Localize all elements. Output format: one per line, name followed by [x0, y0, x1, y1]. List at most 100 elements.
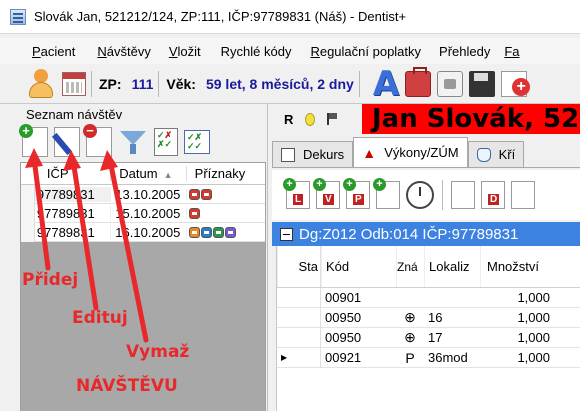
sort-asc-icon: ▲ — [163, 170, 173, 180]
flag-icon — [212, 226, 224, 238]
procedure-row[interactable]: ▶ 00921 P 36mod 1,000 — [277, 348, 580, 368]
edit-visit-button[interactable] — [51, 127, 80, 157]
col-quantity[interactable]: Množství — [480, 246, 552, 287]
col-icp[interactable]: IČP — [35, 166, 110, 181]
procedure-row[interactable]: 00901 1,000 — [277, 288, 580, 308]
procedure-location: 17 — [428, 330, 443, 345]
checklist-icon[interactable]: ✓✗ ✗✓ — [154, 128, 178, 156]
procedure-quantity: 1,000 — [517, 330, 550, 345]
row-selector[interactable]: ▶ — [277, 348, 321, 367]
menu-item[interactable]: Rychlé kódy — [221, 44, 292, 59]
calendar-icon[interactable] — [62, 71, 86, 96]
col-status[interactable]: Sta — [277, 246, 321, 287]
group-label: Dg:Z012 Odb:014 IČP:97789831 — [299, 225, 519, 243]
menu-accelerator: N — [97, 43, 107, 59]
menu-item[interactable]: Fa — [504, 44, 519, 59]
patient-info-bar: ZP: 111 Věk: 59 let, 8 měsíců, 2 dny A — [0, 64, 580, 104]
tab-kri[interactable]: Kří — [467, 141, 525, 167]
annotation-delete: Vymaž — [126, 342, 190, 362]
font-a-icon[interactable]: A — [373, 67, 399, 101]
medical-case-icon[interactable] — [405, 66, 432, 97]
tab-vykony[interactable]: ▲ Výkony/ZÚM — [353, 137, 468, 167]
procedure-code: 00921 — [325, 350, 362, 365]
procedure-row[interactable]: 00950 ⊕ 16 1,000 — [277, 308, 580, 328]
checklist-grid-icon[interactable]: ✓✗ ✓✓ — [184, 130, 210, 154]
filter-icon[interactable] — [118, 127, 148, 157]
procedure-sign: ⊕ — [404, 329, 416, 345]
delete-visit-button[interactable]: − — [83, 124, 112, 157]
toolbar-separator — [358, 70, 360, 97]
annotation-edit: Edituj — [72, 308, 128, 328]
procedure-quantity: 1,000 — [517, 350, 550, 365]
row-selector[interactable] — [21, 222, 35, 242]
visit-row[interactable]: 97789831 15.10.2005 — [21, 203, 265, 223]
col-date-label: Datum — [119, 166, 158, 181]
add-v-icon[interactable]: + V — [313, 178, 340, 209]
user-icon[interactable] — [28, 68, 54, 99]
notes-icon — [281, 147, 295, 162]
flag-icon — [188, 188, 200, 200]
menu-label: acient — [40, 43, 76, 59]
row-selector[interactable] — [277, 308, 321, 327]
col-flags[interactable]: Příznaky — [185, 166, 265, 181]
add-l-icon[interactable]: + L — [283, 178, 310, 209]
menu-label: Přehledy — [439, 43, 491, 59]
visit-flags — [185, 207, 265, 219]
lock-icon[interactable] — [437, 70, 464, 97]
detail-panel: R Jan Slovák, 521 Dekurs ▲ Výkony/ZÚM Kří… — [272, 104, 580, 411]
age-label: Věk: — [166, 75, 196, 92]
collapse-icon[interactable] — [280, 227, 293, 241]
lightbulb-icon[interactable] — [305, 112, 316, 126]
col-location[interactable]: Lokaliz — [424, 246, 480, 287]
visit-date: 13.10.2005 — [110, 186, 185, 202]
col-code[interactable]: Kód — [321, 246, 396, 287]
add-document-icon[interactable] — [501, 70, 531, 97]
menu-item[interactable]: Pacient — [32, 44, 75, 59]
visit-row[interactable]: 97789831 13.10.2005 — [21, 184, 265, 204]
flag-icon — [188, 226, 200, 238]
clock-icon[interactable] — [406, 181, 434, 209]
r-icon[interactable]: R — [284, 112, 293, 127]
row-selector[interactable] — [21, 203, 35, 223]
delete-d-icon[interactable]: D — [481, 181, 505, 209]
menu-item[interactable]: Vložit — [169, 44, 201, 59]
toolbar-separator — [442, 180, 443, 210]
procedure-row[interactable]: 00950 ⊕ 17 1,000 — [277, 328, 580, 348]
col-sign[interactable]: Zná — [396, 246, 424, 287]
menu-accelerator: R — [310, 43, 320, 59]
procedure-code: 00950 — [325, 310, 362, 325]
edit-icon[interactable] — [451, 181, 475, 209]
flag-icon — [200, 226, 212, 238]
age-value: 59 let, 8 měsíců, 2 dny — [205, 75, 354, 92]
row-selector[interactable] — [21, 184, 35, 204]
visit-icp: 97789831 — [36, 224, 95, 240]
diagnosis-group-bar[interactable]: Dg:Z012 Odb:014 IČP:97789831 — [272, 222, 580, 246]
more-icon[interactable] — [511, 181, 535, 209]
row-selector[interactable] — [277, 288, 321, 307]
menu-item[interactable]: Regulační poplatky — [310, 44, 421, 59]
procedure-quantity: 1,000 — [517, 310, 550, 325]
visit-flags — [185, 188, 265, 200]
menu-item[interactable]: Návštěvy — [97, 44, 150, 59]
add-visit-button[interactable]: + — [19, 124, 48, 157]
detail-tabs: Dekurs ▲ Výkony/ZÚM Kří — [272, 137, 580, 168]
visit-date: 16.10.2005 — [110, 224, 185, 240]
col-date[interactable]: Datum ▲ — [110, 166, 185, 181]
title-bar: Slovák Jan, 521212/124, ZP:111, IČP:9778… — [0, 0, 580, 34]
tab-label: Výkony/ZÚM — [384, 145, 459, 160]
flag-icon[interactable] — [327, 113, 338, 125]
menu-item[interactable]: Přehledy — [439, 44, 490, 59]
save-icon[interactable] — [469, 70, 496, 97]
procedure-sign: P — [405, 349, 415, 366]
copy-icon[interactable]: + — [373, 178, 400, 209]
tab-dekurs[interactable]: Dekurs — [272, 141, 354, 167]
procedure-quantity: 1,000 — [517, 290, 550, 305]
flag-icon — [188, 207, 200, 219]
visit-row[interactable]: 97789831 16.10.2005 — [21, 222, 265, 242]
app-icon — [10, 8, 26, 25]
menu-label: Rychlé kódy — [220, 43, 292, 59]
row-selector[interactable] — [277, 328, 321, 347]
add-p-icon[interactable]: + P — [343, 178, 370, 209]
visit-icp: 97789831 — [34, 186, 111, 202]
procedure-sign: ⊕ — [404, 309, 416, 325]
